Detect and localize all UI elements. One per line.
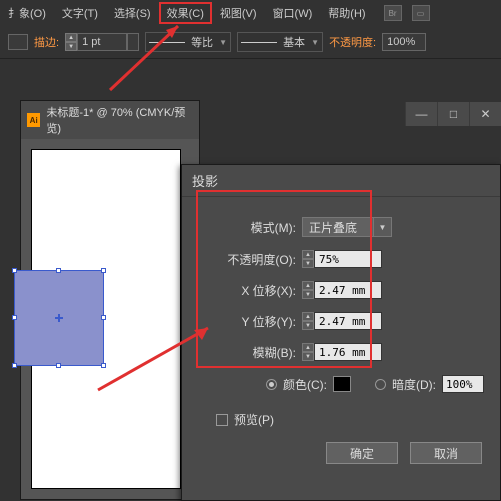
preview-checkbox[interactable] bbox=[216, 414, 228, 426]
color-radio[interactable] bbox=[266, 379, 277, 390]
opacity-stepper[interactable]: ▲▼ bbox=[302, 250, 314, 268]
x-offset-label: X 位移(X): bbox=[196, 282, 296, 299]
window-controls: — □ ✕ bbox=[405, 102, 501, 126]
close-button[interactable]: ✕ bbox=[469, 102, 501, 126]
stroke-swatch[interactable] bbox=[8, 34, 28, 50]
brush-basic[interactable]: 基本▼ bbox=[237, 32, 323, 52]
x-offset-field[interactable] bbox=[314, 281, 382, 299]
blur-label: 模糊(B): bbox=[196, 344, 296, 361]
blur-field[interactable] bbox=[314, 343, 382, 361]
x-stepper[interactable]: ▲▼ bbox=[302, 281, 314, 299]
brush-profile[interactable]: 等比▼ bbox=[145, 32, 231, 52]
menu-window[interactable]: 窗口(W) bbox=[265, 2, 321, 24]
menu-text[interactable]: 文字(T) bbox=[54, 2, 106, 24]
menu-select[interactable]: 选择(S) bbox=[106, 2, 159, 24]
menubar: 扌象(O) 文字(T) 选择(S) 效果(C) 视图(V) 窗口(W) 帮助(H… bbox=[0, 0, 501, 26]
maximize-button[interactable]: □ bbox=[437, 102, 469, 126]
stroke-label: 描边: bbox=[34, 34, 59, 50]
y-offset-field[interactable] bbox=[314, 312, 382, 330]
layout-icon[interactable]: ▭ bbox=[412, 5, 430, 21]
opacity-field[interactable] bbox=[314, 250, 382, 268]
mode-label: 模式(M): bbox=[196, 219, 296, 236]
stroke-dropdown[interactable] bbox=[127, 33, 139, 51]
preview-label: 预览(P) bbox=[234, 411, 274, 428]
document-canvas[interactable] bbox=[21, 139, 199, 499]
document-title: 未标题-1* @ 70% (CMYK/预览) bbox=[46, 104, 193, 136]
stroke-stepper[interactable]: ▲▼ bbox=[65, 33, 77, 51]
menu-effect[interactable]: 效果(C) bbox=[159, 2, 212, 24]
minimize-button[interactable]: — bbox=[405, 102, 437, 126]
y-stepper[interactable]: ▲▼ bbox=[302, 312, 314, 330]
menu-object[interactable]: 扌象(O) bbox=[0, 2, 54, 24]
ok-button[interactable]: 确定 bbox=[326, 442, 398, 464]
dialog-title[interactable]: 投影 bbox=[182, 165, 500, 197]
cancel-button[interactable]: 取消 bbox=[410, 442, 482, 464]
ai-icon: Ai bbox=[27, 113, 40, 127]
document-window: Ai 未标题-1* @ 70% (CMYK/预览) bbox=[20, 100, 200, 500]
artboard bbox=[31, 149, 181, 489]
darkness-radio[interactable] bbox=[375, 379, 386, 390]
options-bar: 描边: ▲▼ 等比▼ 基本▼ 不透明度: bbox=[0, 26, 501, 59]
darkness-field[interactable] bbox=[442, 375, 484, 393]
color-label: 颜色(C): bbox=[283, 376, 327, 393]
selection-center-icon bbox=[55, 314, 63, 322]
blur-stepper[interactable]: ▲▼ bbox=[302, 343, 314, 361]
opacity-label-dlg: 不透明度(O): bbox=[196, 251, 296, 268]
color-swatch[interactable] bbox=[333, 376, 351, 392]
menu-help[interactable]: 帮助(H) bbox=[320, 2, 373, 24]
darkness-label: 暗度(D): bbox=[392, 376, 436, 393]
opacity-label: 不透明度: bbox=[329, 34, 376, 50]
document-titlebar[interactable]: Ai 未标题-1* @ 70% (CMYK/预览) bbox=[21, 101, 199, 139]
opacity-input[interactable] bbox=[382, 33, 426, 51]
drop-shadow-dialog: 投影 模式(M): 正片叠底 ▼ 不透明度(O): ▲▼ X 位移(X): ▲▼… bbox=[181, 164, 501, 501]
y-offset-label: Y 位移(Y): bbox=[196, 313, 296, 330]
menu-view[interactable]: 视图(V) bbox=[212, 2, 265, 24]
stroke-input[interactable] bbox=[77, 33, 127, 51]
chevron-down-icon[interactable]: ▼ bbox=[374, 217, 392, 237]
selected-rectangle[interactable] bbox=[14, 270, 104, 366]
bridge-icon[interactable]: Br bbox=[384, 5, 402, 21]
mode-select[interactable]: 正片叠底 bbox=[302, 217, 374, 237]
